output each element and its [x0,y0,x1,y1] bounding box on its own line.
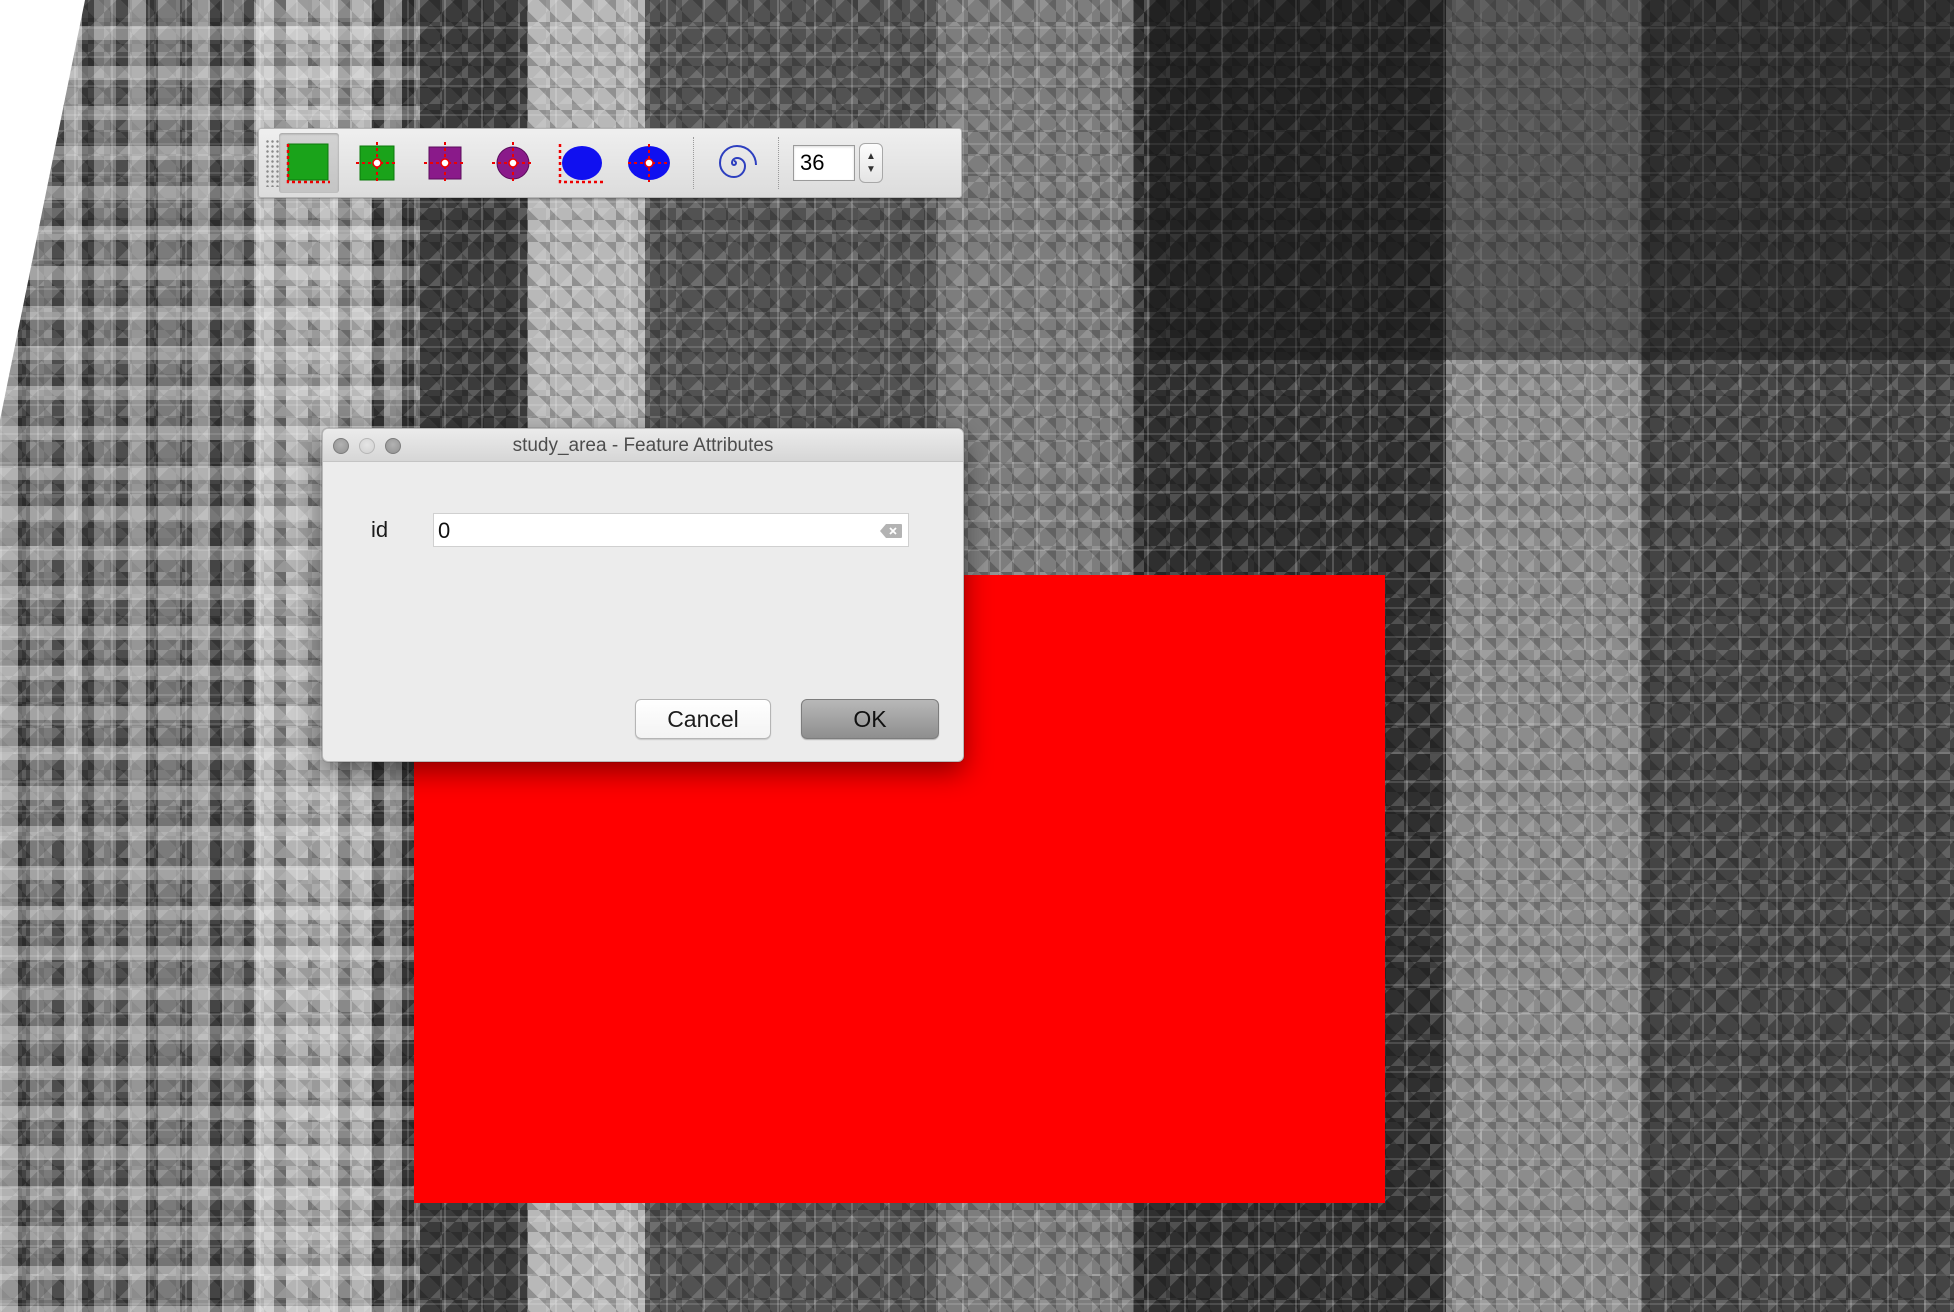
cancel-button[interactable]: Cancel [635,699,771,739]
id-field-label: id [371,517,389,542]
rectangle-extent-icon [286,143,330,184]
toolbar-separator [778,137,779,189]
square-from-center-button[interactable] [415,133,475,193]
ellipse-extent-icon [558,144,604,184]
id-input-value: 0 [438,518,451,543]
shape-tools-toolbar: ▲ ▼ [258,128,962,198]
rectangle-center-icon [356,142,398,184]
raster-nodata-edge [0,0,85,420]
circle-from-center-button[interactable] [483,133,543,193]
square-center-icon [424,142,466,184]
map-raster-forest [1150,0,1954,360]
clear-field-icon[interactable] [880,524,902,538]
ellipse-from-extent-button[interactable] [551,133,611,193]
chevron-up-icon[interactable]: ▲ [866,150,876,163]
chevron-down-icon[interactable]: ▼ [866,163,876,176]
map-canvas[interactable]: ▲ ▼ study_area - Feature Attributes id 0… [0,0,1954,1312]
segments-input[interactable] [793,145,855,181]
toolbar-separator [693,137,694,189]
circle-center-icon [492,142,534,184]
spiral-icon [718,144,757,179]
spiral-button[interactable] [704,133,764,193]
ok-button[interactable]: OK [801,699,939,739]
feature-attributes-dialog: study_area - Feature Attributes id 0 Can… [322,428,964,762]
segments-stepper[interactable]: ▲ ▼ [859,143,883,183]
ellipse-center-icon [628,144,670,182]
id-input[interactable]: 0 [433,513,909,547]
ellipse-from-center-button[interactable] [619,133,679,193]
toolbar-grip-handle[interactable] [265,139,279,187]
rectangle-from-extent-button[interactable] [279,133,339,193]
rectangle-from-center-button[interactable] [347,133,407,193]
segments-spinbox: ▲ ▼ [793,143,883,183]
dialog-title: study_area - Feature Attributes [512,435,774,456]
dialog-titlebar[interactable]: study_area - Feature Attributes [323,429,963,462]
